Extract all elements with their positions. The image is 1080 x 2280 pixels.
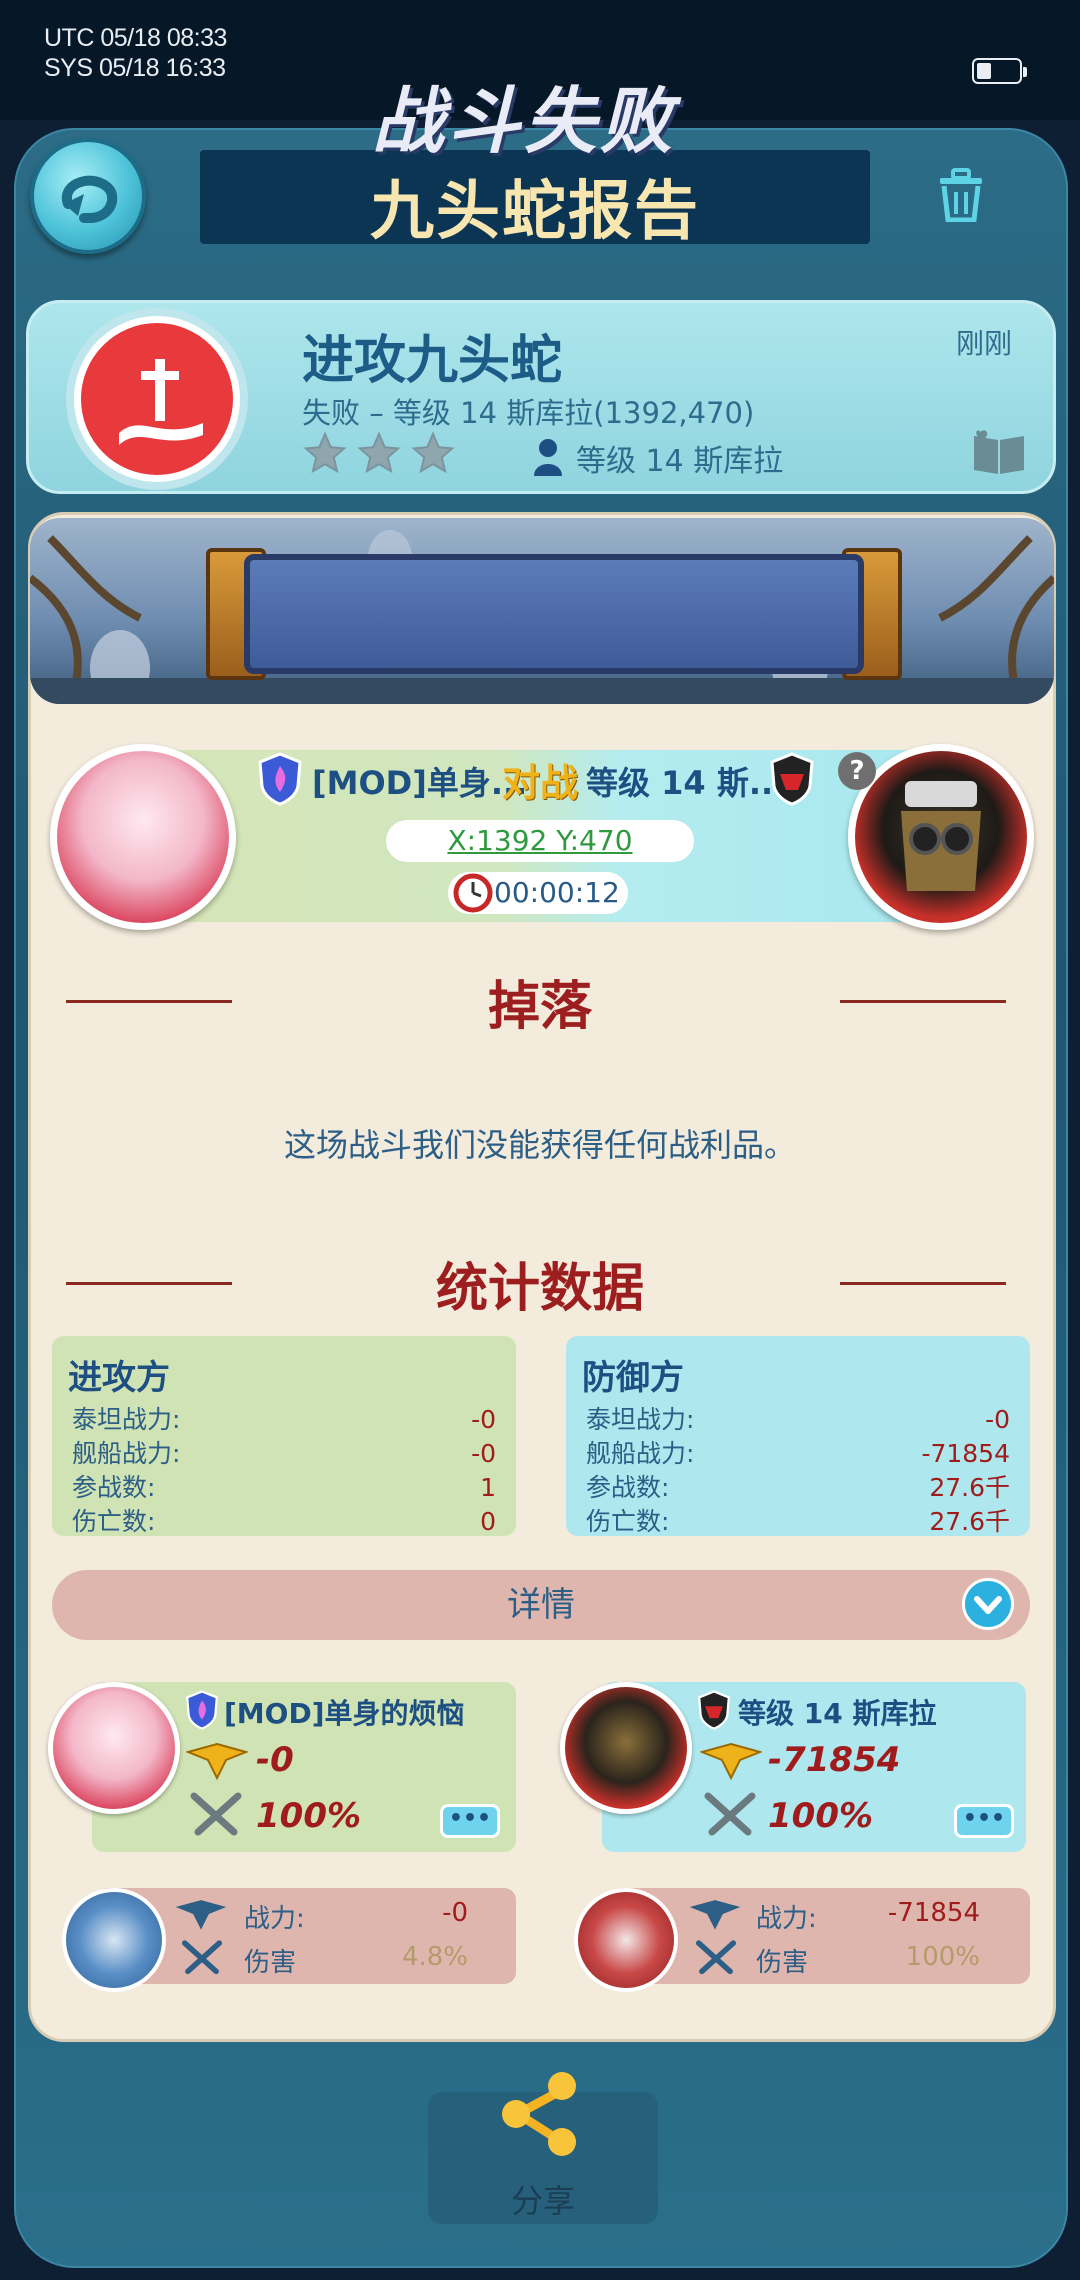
stat-row: 泰坦战力: -0: [72, 1403, 496, 1437]
stat-label: 舰船战力:: [72, 1439, 181, 1468]
stat-row: 伤亡数: 27.6千: [586, 1505, 1010, 1539]
defender-more-button[interactable]: •••: [954, 1804, 1014, 1838]
defender-player-avatar[interactable]: [560, 1682, 692, 1814]
unit-power-value: -71854: [887, 1898, 980, 1928]
coordinates-link[interactable]: X:1392 Y:470: [386, 820, 694, 862]
utc-time: UTC 05/18 08:33: [44, 24, 227, 52]
star-icon: [303, 431, 347, 474]
crossed-swords-icon: [190, 1792, 242, 1836]
rank-wings-icon: [186, 1742, 248, 1781]
chevron-down-icon: [974, 1596, 1002, 1614]
report-title: 进攻九头蛇: [302, 331, 563, 391]
attacker-ship-icon[interactable]: [62, 1888, 166, 1992]
defender-percent: 100%: [768, 1796, 874, 1836]
stats-title: 统计数据: [435, 1259, 644, 1319]
defender-player-name[interactable]: 等级 14 斯库拉: [738, 1692, 936, 1732]
help-button[interactable]: ?: [838, 752, 876, 790]
defender-name[interactable]: 等级 14 斯...: [586, 758, 785, 804]
attacker-player-avatar[interactable]: [48, 1682, 180, 1814]
stat-label: 参战数:: [72, 1473, 156, 1502]
shield-icon: [258, 752, 302, 806]
unit-power-label: 战力:: [244, 1904, 305, 1934]
rank-wings-icon: [689, 1900, 741, 1930]
trash-icon[interactable]: [936, 168, 986, 222]
details-toggle[interactable]: 详情: [52, 1570, 1030, 1640]
attacker-player-name[interactable]: [MOD]单身的烦恼: [224, 1692, 465, 1732]
rank-wings-icon: [175, 1900, 227, 1930]
defender-stats: 防御方 泰坦战力: -0 舰船战力: -71854 参战数: 27.6千 伤亡数: 27…: [566, 1336, 1030, 1536]
page-title: 九头蛇报告: [370, 175, 700, 249]
coordinates-text[interactable]: X:1392 Y:470: [447, 824, 632, 857]
sys-time: SYS 05/18 16:33: [44, 54, 226, 82]
report-time: 刚刚: [956, 327, 1013, 360]
stat-label: 伤亡数:: [586, 1507, 670, 1536]
unit-power-value: -0: [442, 1898, 468, 1928]
unit-damage-value: 100%: [905, 1942, 980, 1972]
details-expand-button[interactable]: [962, 1578, 1014, 1630]
attacker-more-button[interactable]: •••: [440, 1804, 500, 1838]
stat-label: 伤亡数:: [72, 1507, 156, 1536]
star-icon: [357, 431, 401, 474]
unit-damage-label: 伤害: [244, 1948, 297, 1978]
report-subtitle: 失败 – 等级 14 斯库拉(1392,470): [302, 396, 755, 430]
book-icon[interactable]: [970, 428, 1028, 476]
defender-heading: 防御方: [582, 1358, 684, 1398]
crossed-swords-icon: [181, 1940, 223, 1975]
stat-row: 伤亡数: 0: [72, 1505, 496, 1539]
stat-value: -71854: [921, 1439, 1010, 1468]
stat-value: -0: [471, 1439, 496, 1468]
defender-shield-icon: [770, 752, 814, 806]
stat-row: 参战数: 27.6千: [586, 1471, 1010, 1505]
stat-value: 0: [480, 1507, 496, 1536]
versus-label: 对战: [502, 761, 579, 805]
stat-row: 舰船战力: -0: [72, 1437, 496, 1471]
share-label[interactable]: 分享: [428, 2176, 658, 2222]
star-icon: [411, 431, 455, 474]
unit-power-label: 战力:: [756, 1904, 817, 1934]
mask-icon: [901, 781, 981, 891]
stat-value: 1: [480, 1473, 496, 1502]
stat-label: 泰坦战力:: [72, 1405, 181, 1434]
back-arrow-icon: [61, 175, 118, 223]
attacker-power: -0: [256, 1740, 294, 1780]
defender-power: -71854: [768, 1740, 901, 1780]
crossed-swords-icon: [704, 1792, 756, 1836]
report-target: 等级 14 斯库拉: [576, 444, 784, 479]
stat-label: 泰坦战力:: [586, 1405, 695, 1434]
battle-result: 战斗失败: [371, 79, 676, 163]
back-button[interactable]: [30, 138, 146, 254]
stat-value: -0: [985, 1405, 1010, 1434]
result-banner: [30, 518, 1054, 704]
attacker-percent: 100%: [256, 1796, 362, 1836]
attack-badge: [74, 316, 240, 482]
attacker-avatar[interactable]: [50, 744, 236, 930]
unit-damage-value: 4.8%: [401, 1942, 468, 1972]
person-icon: [534, 439, 562, 476]
attacker-heading: 进攻方: [68, 1358, 170, 1398]
defender-ship-icon[interactable]: [574, 1888, 678, 1992]
stat-label: 舰船战力:: [586, 1439, 695, 1468]
rank-wings-icon: [700, 1742, 762, 1781]
attack-flag-icon: [119, 359, 203, 445]
clock-icon: [453, 873, 493, 913]
stat-row: 舰船战力: -71854: [586, 1437, 1010, 1471]
star-rating: [302, 430, 456, 476]
stat-value: -0: [471, 1405, 496, 1434]
share-icon[interactable]: [490, 2058, 590, 2158]
stat-label: 参战数:: [586, 1473, 670, 1502]
attacker-name[interactable]: [MOD]单身...: [312, 758, 527, 804]
attacker-stats: 进攻方 泰坦战力: -0 舰船战力: -0 参战数: 1 伤亡数: 0: [52, 1336, 516, 1536]
stat-value: 27.6千: [929, 1473, 1010, 1502]
loot-message: 这场战斗我们没能获得任何战利品。: [283, 1126, 796, 1164]
battery-icon: [972, 58, 1027, 84]
unit-damage-label: 伤害: [756, 1948, 809, 1978]
result-sign: [244, 554, 864, 674]
stat-value: 27.6千: [929, 1507, 1010, 1536]
stat-row: 泰坦战力: -0: [586, 1403, 1010, 1437]
shield-icon: [186, 1690, 218, 1730]
loot-title: 掉落: [487, 977, 592, 1037]
crossed-swords-icon: [695, 1940, 737, 1975]
stat-row: 参战数: 1: [72, 1471, 496, 1505]
defender-shield-icon: [698, 1690, 730, 1730]
